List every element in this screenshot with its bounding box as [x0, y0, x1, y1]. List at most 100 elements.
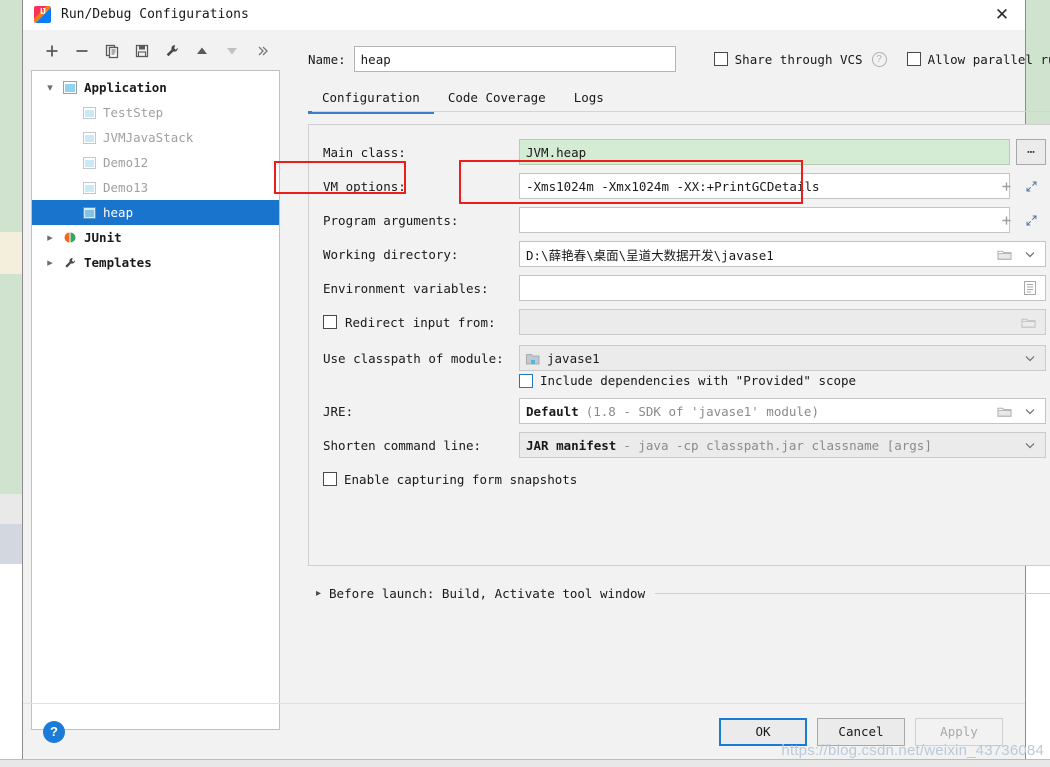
folder-icon[interactable] [997, 248, 1012, 261]
help-button[interactable]: ? [43, 720, 65, 743]
before-launch-section: ▸ Before launch: Build, Activate tool wi… [308, 586, 1050, 601]
working-directory-label: Working directory: [323, 246, 459, 262]
program-arguments-expand-icon[interactable] [1025, 214, 1038, 227]
tree-node-label: JUnit [84, 230, 122, 245]
shorten-command-line-select[interactable]: JAR manifest - java -cp classpath.jar cl… [519, 432, 1047, 458]
copy-configuration-button[interactable] [97, 38, 127, 64]
intellij-idea-icon [34, 6, 51, 23]
run-config-icon [79, 156, 99, 169]
save-configuration-button[interactable] [127, 38, 157, 64]
environment-variables-label: Environment variables: [323, 280, 489, 296]
environment-variables-input[interactable] [519, 275, 1047, 301]
chevron-right-icon[interactable]: ▸ [40, 256, 60, 269]
tree-node-demo12[interactable]: Demo12 [32, 150, 279, 175]
triangle-right-icon[interactable]: ▸ [316, 588, 321, 599]
chevron-down-icon[interactable] [1024, 248, 1036, 260]
remove-configuration-button[interactable] [67, 38, 97, 64]
tree-node-jvmjavastack[interactable]: JVMJavaStack [32, 125, 279, 150]
configurations-toolbar [31, 36, 298, 66]
vm-options-row: VM options: -Xms1024m -Xmx1024m -XX:+Pri… [323, 173, 1046, 199]
configurations-tree[interactable]: ▾ Application TestStep JVMJavaStack Demo… [31, 70, 280, 730]
vm-options-label: VM options: [323, 178, 406, 194]
include-dependencies-checkbox[interactable] [519, 373, 533, 388]
main-class-label: Main class: [323, 144, 406, 160]
program-arguments-row: Program arguments: [323, 207, 1046, 233]
shorten-command-line-hint: - java -cp classpath.jar classname [args… [623, 437, 932, 453]
vm-options-expand-icon[interactable] [1025, 180, 1038, 193]
jre-select[interactable]: Default (1.8 - SDK of 'javase1' module) [519, 398, 1047, 424]
list-editor-icon[interactable] [1024, 281, 1037, 295]
dialog-body: ▾ Application TestStep JVMJavaStack Demo… [23, 30, 1050, 730]
tab-code-coverage[interactable]: Code Coverage [434, 82, 560, 112]
more-options-button[interactable] [247, 38, 277, 64]
jre-label: JRE: [323, 403, 354, 419]
tree-node-label: Demo13 [103, 180, 149, 195]
include-dependencies-row: Include dependencies with "Provided" sco… [519, 373, 1046, 388]
run-debug-configurations-dialog: Run/Debug Configurations ✕ [22, 0, 1050, 760]
name-input[interactable] [353, 46, 676, 72]
allow-parallel-run-checkbox[interactable] [906, 52, 921, 66]
chevron-down-icon[interactable] [1024, 405, 1036, 417]
junit-icon [60, 231, 80, 244]
tree-node-application[interactable]: ▾ Application [32, 75, 279, 100]
form-snapshots-row: Enable capturing form snapshots [323, 466, 1046, 492]
jre-value: Default [526, 403, 579, 419]
tree-node-label: Demo12 [103, 155, 149, 170]
configurations-panel: ▾ Application TestStep JVMJavaStack Demo… [23, 30, 298, 730]
tree-node-junit[interactable]: ▸ JUnit [32, 225, 279, 250]
form-snapshots-checkbox[interactable] [323, 472, 337, 486]
chevron-down-icon[interactable] [1024, 439, 1036, 451]
jre-hint: (1.8 - SDK of 'javase1' module) [585, 403, 819, 419]
configuration-form: Main class: JVM.heap ⋯ VM options: -Xms1… [308, 124, 1050, 566]
tree-node-label: JVMJavaStack [103, 130, 194, 145]
classpath-module-value: javase1 [547, 350, 600, 366]
chevron-down-icon[interactable] [1024, 352, 1036, 364]
share-vcs-help-icon[interactable]: ? [871, 51, 887, 67]
shorten-command-line-row: Shorten command line: JAR manifest - jav… [323, 432, 1047, 458]
vm-options-input[interactable]: -Xms1024m -Xmx1024m -XX:+PrintGCDetails [519, 173, 1011, 199]
tree-node-label: TestStep [103, 105, 164, 120]
chevron-right-icon[interactable]: ▸ [40, 231, 60, 244]
redirect-input-label: Redirect input from: [345, 314, 496, 330]
allow-parallel-run-label: Allow parallel run [927, 51, 1050, 67]
tree-node-label: Templates [84, 255, 152, 270]
share-through-vcs-checkbox[interactable] [713, 52, 728, 66]
application-icon [60, 81, 80, 94]
tree-node-teststep[interactable]: TestStep [32, 100, 279, 125]
chevron-down-icon[interactable]: ▾ [40, 81, 60, 94]
edit-templates-button[interactable] [157, 38, 187, 64]
tree-node-demo13[interactable]: Demo13 [32, 175, 279, 200]
configuration-details-panel: Name: Share through VCS ? Allow parallel… [298, 30, 1050, 703]
dialog-title: Run/Debug Configurations [61, 7, 249, 22]
name-row: Name: Share through VCS ? Allow parallel… [308, 42, 1050, 76]
jre-row: JRE: Default (1.8 - SDK of 'javase1' mod… [323, 398, 1047, 424]
classpath-module-row: Use classpath of module: javase1 [323, 345, 1047, 371]
shorten-command-line-value: JAR manifest [526, 437, 617, 453]
close-icon[interactable]: ✕ [979, 0, 1025, 29]
move-up-button[interactable] [187, 38, 217, 64]
form-snapshots-label: Enable capturing form snapshots [344, 471, 578, 487]
tab-configuration[interactable]: Configuration [308, 82, 434, 114]
module-icon [526, 352, 540, 365]
classpath-module-select[interactable]: javase1 [519, 345, 1047, 371]
program-arguments-input[interactable] [519, 207, 1011, 233]
move-down-button[interactable] [217, 38, 247, 64]
tab-logs[interactable]: Logs [560, 82, 618, 112]
shorten-command-line-label: Shorten command line: [323, 437, 482, 453]
main-class-input[interactable]: JVM.heap [519, 139, 1011, 165]
run-config-icon [79, 106, 99, 119]
before-launch-label: Before launch: Build, Activate tool wind… [329, 586, 646, 601]
tabs-underline [312, 111, 1050, 112]
working-directory-input[interactable]: D:\薛艳春\桌面\呈道大数据开发\javase1 [519, 241, 1047, 267]
add-configuration-button[interactable] [37, 38, 67, 64]
folder-icon[interactable] [997, 405, 1012, 418]
include-dependencies-label: Include dependencies with "Provided" sco… [540, 373, 857, 388]
redirect-input-checkbox[interactable] [323, 315, 337, 329]
tree-node-heap[interactable]: heap [32, 200, 279, 225]
vm-options-add-macro-icon[interactable] [1000, 180, 1013, 193]
program-arguments-add-macro-icon[interactable] [1000, 214, 1013, 227]
main-class-browse-button[interactable]: ⋯ [1016, 139, 1047, 165]
watermark-text: https://blog.csdn.net/weixin_43736084 [781, 742, 1044, 759]
tree-node-templates[interactable]: ▸ Templates [32, 250, 279, 275]
tree-node-label: Application [84, 80, 167, 95]
